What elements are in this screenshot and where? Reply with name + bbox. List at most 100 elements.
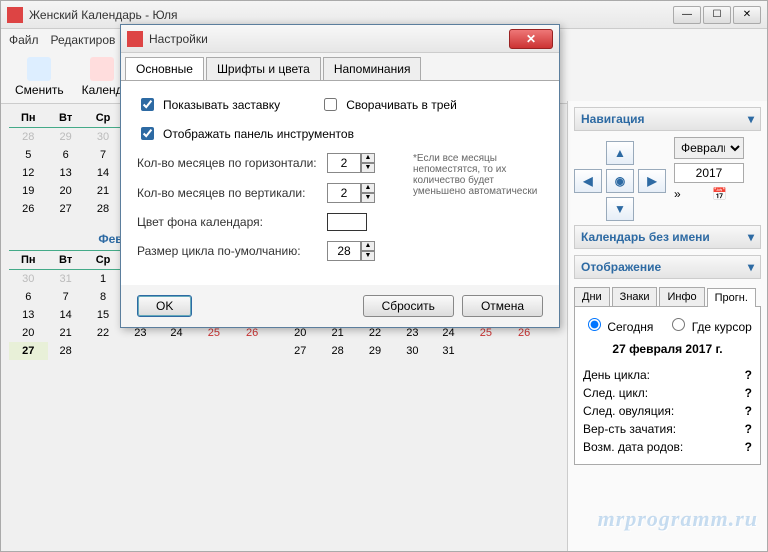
radio-cursor[interactable]: Где курсор: [667, 315, 751, 334]
spin-cycle[interactable]: ▲▼: [327, 241, 377, 261]
menu-file[interactable]: Файл: [9, 33, 39, 47]
spin-up[interactable]: ▲: [361, 153, 375, 163]
cal-day[interactable]: 28: [320, 342, 356, 360]
chk-tray[interactable]: Сворачивать в трей: [320, 95, 457, 114]
nav-cal-icon[interactable]: 📅: [712, 187, 740, 201]
nav-header[interactable]: Навигация▾: [574, 107, 761, 131]
weekday-header: Вт: [48, 251, 84, 270]
cal-day[interactable]: 27: [281, 342, 320, 360]
tool-calendar-label: Календ: [82, 83, 123, 97]
cal-day[interactable]: 30: [84, 128, 123, 147]
cal-day[interactable]: 7: [84, 146, 123, 164]
dialog-close-button[interactable]: ✕: [509, 29, 553, 49]
app-icon: [127, 31, 143, 47]
chevron-down-icon: ▾: [748, 112, 754, 126]
lbl-cycle: Размер цикла по-умолчанию:: [137, 244, 327, 258]
month-select[interactable]: Февраль: [674, 137, 744, 159]
settings-tabs: Основные Шрифты и цвета Напоминания: [121, 53, 559, 81]
cal-day[interactable]: 5: [9, 146, 48, 164]
ok-button[interactable]: OK: [137, 295, 192, 317]
calendar-icon: [90, 57, 114, 81]
cal-day[interactable]: 29: [356, 342, 395, 360]
cal-day[interactable]: 21: [48, 324, 84, 342]
maximize-button[interactable]: ☐: [703, 6, 731, 24]
tab-fonts[interactable]: Шрифты и цвета: [206, 57, 321, 80]
spin-down[interactable]: ▼: [361, 251, 375, 261]
cal-day[interactable]: 28: [48, 342, 84, 360]
tool-change[interactable]: Сменить: [9, 55, 70, 99]
reset-button[interactable]: Сбросить: [363, 295, 454, 317]
settings-dialog: Настройки ✕ Основные Шрифты и цвета Напо…: [120, 24, 560, 328]
tab-signs[interactable]: Знаки: [612, 287, 658, 306]
dialog-titlebar: Настройки ✕: [121, 25, 559, 53]
cal-day[interactable]: 14: [84, 164, 123, 182]
info-tabs: Дни Знаки Инфо Прогн.: [574, 287, 761, 307]
tab-info[interactable]: Инфо: [659, 287, 704, 306]
cal-day[interactable]: 8: [84, 288, 123, 306]
display-header[interactable]: Отображение▾: [574, 255, 761, 279]
forecast-row: Возм. дата родов:?: [583, 438, 752, 456]
cal-day[interactable]: 26: [9, 200, 48, 218]
nav-fast-right[interactable]: »: [674, 187, 708, 201]
spin-up[interactable]: ▲: [361, 241, 375, 251]
color-picker[interactable]: [327, 213, 367, 231]
cancel-button[interactable]: Отмена: [462, 295, 543, 317]
cal-day[interactable]: 13: [48, 164, 84, 182]
nav-left[interactable]: ◀: [574, 169, 602, 193]
nav-arrows: ▲ ◀ ◉ ▶ ▼: [574, 141, 666, 221]
cal-day[interactable]: 1: [84, 270, 123, 289]
cal-day[interactable]: 13: [9, 306, 48, 324]
cal-day[interactable]: 29: [48, 128, 84, 147]
tab-days[interactable]: Дни: [574, 287, 610, 306]
spin-down[interactable]: ▼: [361, 193, 375, 203]
cal-day[interactable]: 20: [9, 324, 48, 342]
forecast-row: След. цикл:?: [583, 384, 752, 402]
cal-day[interactable]: 20: [48, 182, 84, 200]
spin-vert[interactable]: ▲▼: [327, 183, 377, 203]
cal-day[interactable]: 28: [84, 200, 123, 218]
tab-forecast[interactable]: Прогн.: [707, 288, 756, 307]
side-panel: Навигация▾ ▲ ◀ ◉ ▶ ▼ Февраль: [567, 101, 767, 551]
cal-day[interactable]: 6: [48, 146, 84, 164]
cal-day[interactable]: 28: [9, 128, 48, 147]
radio-today[interactable]: Сегодня: [583, 315, 653, 334]
cal-day[interactable]: 22: [84, 324, 123, 342]
cal-day[interactable]: 14: [48, 306, 84, 324]
nav-right[interactable]: ▶: [638, 169, 666, 193]
year-input[interactable]: [674, 163, 744, 183]
cal-day[interactable]: 7: [48, 288, 84, 306]
close-button[interactable]: ✕: [733, 6, 761, 24]
chk-toolbar[interactable]: Отображать панель инструментов: [137, 124, 543, 143]
spin-down[interactable]: ▼: [361, 163, 375, 173]
cal-day[interactable]: 27: [48, 200, 84, 218]
settings-body: Показывать заставку Сворачивать в трей О…: [121, 81, 559, 285]
tab-reminders[interactable]: Напоминания: [323, 57, 422, 80]
chk-splash[interactable]: Показывать заставку: [137, 95, 280, 114]
lbl-bg: Цвет фона календаря:: [137, 215, 327, 229]
lbl-horiz: Кол-во месяцев по горизонтали:: [137, 156, 327, 170]
cal-day[interactable]: 30: [394, 342, 430, 360]
menu-edit[interactable]: Редактиров: [51, 33, 116, 47]
tab-main[interactable]: Основные: [125, 57, 204, 80]
nav-down[interactable]: ▼: [606, 197, 634, 221]
months-note: *Если все месяцы непоместятся, то их кол…: [413, 153, 543, 197]
dialog-title: Настройки: [149, 32, 509, 46]
nav-up[interactable]: ▲: [606, 141, 634, 165]
spin-horiz[interactable]: ▲▼: [327, 153, 377, 173]
forecast-row: Вер-сть зачатия:?: [583, 420, 752, 438]
cal-day[interactable]: 12: [9, 164, 48, 182]
cal-day[interactable]: 15: [84, 306, 123, 324]
spin-up[interactable]: ▲: [361, 183, 375, 193]
cal-day[interactable]: 6: [9, 288, 48, 306]
lbl-vert: Кол-во месяцев по вертикали:: [137, 186, 327, 200]
weekday-header: Ср: [84, 251, 123, 270]
minimize-button[interactable]: —: [673, 6, 701, 24]
forecast-date: 27 февраля 2017 г.: [583, 342, 752, 356]
cal-day[interactable]: 27: [9, 342, 48, 360]
cal-day[interactable]: 31: [430, 342, 466, 360]
cal-day[interactable]: 19: [9, 182, 48, 200]
cal-name-header[interactable]: Календарь без имени▾: [574, 225, 761, 249]
forecast-row: След. овуляция:?: [583, 402, 752, 420]
nav-center[interactable]: ◉: [606, 169, 634, 193]
cal-day[interactable]: 21: [84, 182, 123, 200]
